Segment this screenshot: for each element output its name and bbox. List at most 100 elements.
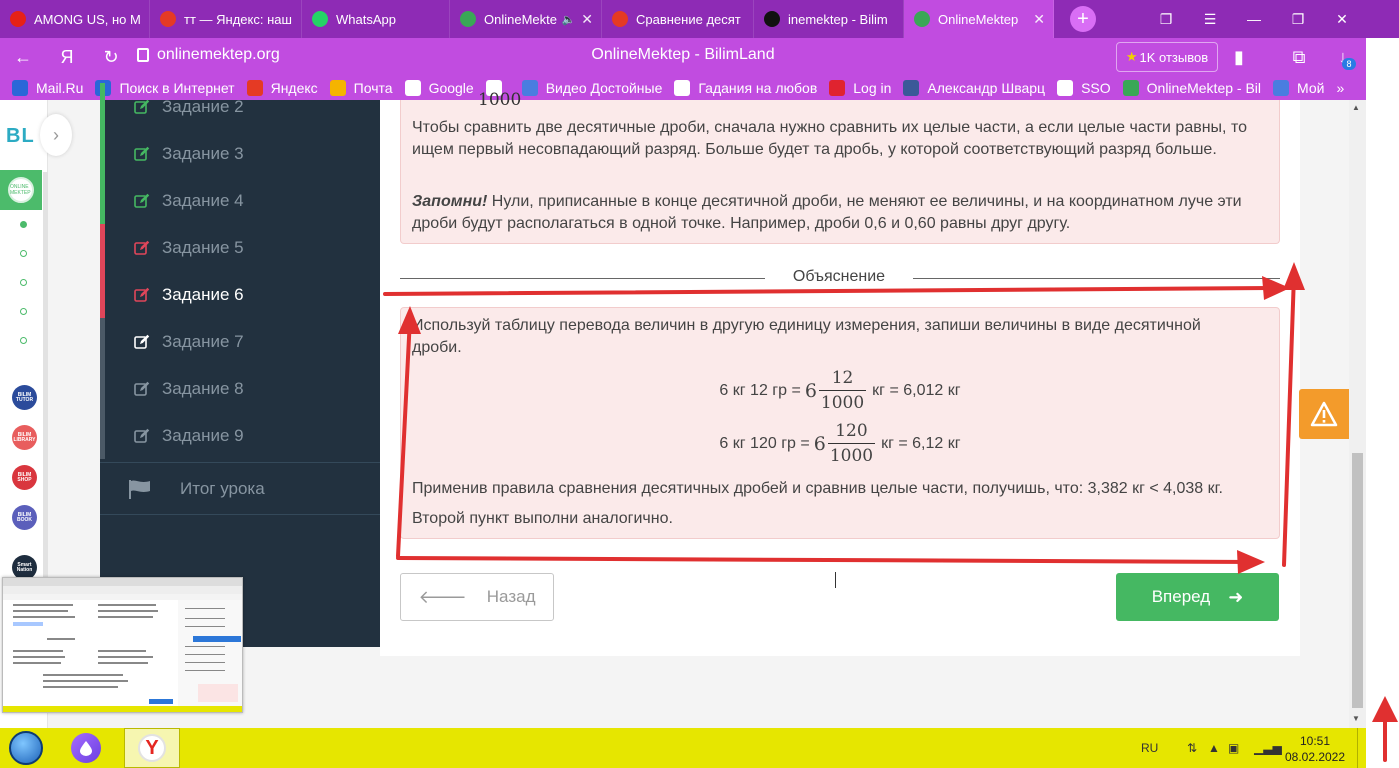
- browser-tab[interactable]: OnlineMekte 🔈 ✕: [450, 0, 602, 38]
- bookmark-item[interactable]: Мой: [1273, 80, 1324, 96]
- tab-manager-icon[interactable]: ❐: [1146, 0, 1186, 38]
- scroll-up-icon[interactable]: ▲: [1352, 103, 1360, 112]
- window-thumbnail-preview[interactable]: [2, 577, 243, 713]
- bilimland-logo[interactable]: BL: [6, 125, 35, 148]
- browser-tab[interactable]: WhatsApp: [302, 0, 450, 38]
- downloads-icon[interactable]: ↓: [1326, 38, 1360, 76]
- lesson-task-item[interactable]: Задание 8: [100, 365, 380, 412]
- language-indicator[interactable]: RU: [1141, 728, 1158, 768]
- extensions-icon[interactable]: ⧉: [1282, 38, 1316, 76]
- nav-dot[interactable]: [20, 308, 27, 315]
- lesson-task-item[interactable]: Задание 4: [100, 177, 380, 224]
- menu-icon[interactable]: ☰: [1190, 0, 1230, 38]
- url-field[interactable]: onlinemektep.org: [137, 46, 280, 64]
- close-window-icon[interactable]: ✕: [1322, 0, 1362, 38]
- lesson-task-item[interactable]: Задание 3: [100, 130, 380, 177]
- whatsapp-icon: [312, 11, 328, 27]
- lesson-task-item[interactable]: Задание 5: [100, 224, 380, 271]
- tray-network-alert-icon[interactable]: ⇅: [1187, 728, 1197, 768]
- yandex-browser-icon: Y: [138, 734, 166, 762]
- start-button[interactable]: [4, 728, 48, 768]
- next-button[interactable]: Вперед ➜: [1116, 573, 1279, 621]
- taskbar-alice-app[interactable]: [66, 728, 106, 768]
- rule-paragraph: Чтобы сравнить две десятичные дроби, сна…: [412, 119, 1247, 158]
- bookmark-item[interactable]: SSO: [1057, 80, 1111, 96]
- edit-icon: [134, 99, 150, 115]
- bookmark-item[interactable]: Видео Достойные: [521, 80, 662, 96]
- formula-2-right: кг = 6,12 кг: [881, 434, 961, 452]
- task-status-bar: [100, 318, 105, 365]
- lesson-task-item[interactable]: Задание 2: [100, 83, 380, 130]
- arrow-right-icon: ➜: [1228, 586, 1244, 607]
- clock-date: 08.02.2022: [1284, 750, 1346, 764]
- report-problem-button[interactable]: [1299, 389, 1349, 439]
- bookmark-item[interactable]: Log in: [829, 80, 891, 96]
- bilim-app-icon[interactable]: BILIM TUTOR: [12, 385, 37, 410]
- bookmark-label: Александр Шварц: [927, 80, 1046, 96]
- task-status-bar: [100, 130, 105, 177]
- lesson-task-item[interactable]: Задание 9: [100, 412, 380, 459]
- lesson-task-item[interactable]: Задание 6: [100, 271, 380, 318]
- bookmark-label: Гадания на любов: [698, 80, 818, 96]
- bilim-app-icon[interactable]: BILIM LIBRARY: [12, 425, 37, 450]
- lesson-task-label: Задание 8: [162, 378, 244, 398]
- restore-icon[interactable]: ❐: [1278, 0, 1318, 38]
- bookmark-item[interactable]: OnlineMektep - Bil: [1122, 80, 1262, 96]
- nc-icon: [829, 80, 846, 96]
- back-arrow-icon[interactable]: ←: [6, 38, 40, 76]
- taskbar-clock[interactable]: 10:51 08.02.2022: [1280, 733, 1350, 765]
- nav-dot[interactable]: [20, 250, 27, 257]
- lesson-task-item[interactable]: Задание 7: [100, 318, 380, 365]
- browser-tab[interactable]: OnlineMektep ✕: [904, 0, 1054, 38]
- lesson-summary-item[interactable]: Итог урока: [100, 462, 380, 515]
- minimize-icon[interactable]: —: [1234, 0, 1274, 38]
- lesson-task-label: Задание 7: [162, 331, 244, 351]
- signal-icon[interactable]: ▁▃▅: [1254, 728, 1282, 768]
- bookmark-item[interactable]: Google: [404, 80, 474, 96]
- tray-device-icon[interactable]: ▣: [1228, 728, 1239, 768]
- speaker-icon[interactable]: 🔈: [562, 13, 576, 26]
- lesson-sidebar: Итог урока Задание 2 Задание 3 Задание 4 За…: [100, 83, 380, 647]
- reload-icon[interactable]: ↻: [94, 38, 128, 76]
- browser-tab[interactable]: inemektep - Bilim: [754, 0, 904, 38]
- lesson-task-label: Задание 2: [162, 96, 244, 116]
- scrollbar-thumb[interactable]: [1352, 453, 1363, 708]
- tray-expand-icon[interactable]: ▲: [1208, 728, 1220, 768]
- bookmark-item[interactable]: Александр Шварц: [903, 80, 1045, 96]
- onlinemektep-app-icon[interactable]: ONLINE MEKTEP: [0, 170, 42, 210]
- clock-time: 10:51: [1299, 734, 1331, 748]
- reviews-button[interactable]: ★ 1K отзывов: [1116, 42, 1218, 72]
- browser-tab[interactable]: AMONG US, но М: [0, 0, 150, 38]
- bilim-app-icon[interactable]: BILIM SHOP: [12, 465, 37, 490]
- warning-icon: [1310, 401, 1338, 427]
- nav-dot[interactable]: [20, 279, 27, 286]
- scroll-down-icon[interactable]: ▼: [1352, 714, 1360, 723]
- egov-icon: [1057, 80, 1074, 96]
- edit-icon: [134, 287, 150, 303]
- nav-dot[interactable]: [20, 337, 27, 344]
- expand-sidebar-button[interactable]: ›: [40, 114, 72, 156]
- text-cursor: [835, 572, 836, 588]
- lesson-task-label: Задание 9: [162, 425, 244, 445]
- explanation-heading: Объяснение: [765, 268, 913, 290]
- bookmark-item[interactable]: Гадания на любов: [674, 80, 817, 96]
- bookmark-icon[interactable]: ▮: [1222, 38, 1256, 76]
- bookmark-item[interactable]: Mail.Ru: [12, 80, 83, 96]
- lock-icon: [137, 48, 149, 62]
- browser-tab[interactable]: тт — Яндекс: наш: [150, 0, 302, 38]
- task-status-bar: [100, 412, 105, 459]
- yandex-home-icon[interactable]: Я: [50, 38, 84, 76]
- onlinemektep-icon: [914, 11, 930, 27]
- back-button[interactable]: 🡐 Назад: [400, 573, 554, 621]
- close-tab-icon[interactable]: ✕: [581, 11, 593, 28]
- more-bookmarks-icon[interactable]: »: [1336, 80, 1344, 96]
- browser-tab[interactable]: Сравнение десят: [602, 0, 754, 38]
- bookmark-label: SSO: [1081, 80, 1111, 96]
- close-tab-icon[interactable]: ✕: [1033, 11, 1045, 28]
- show-desktop-button[interactable]: [1357, 728, 1366, 768]
- new-tab-button[interactable]: +: [1070, 6, 1096, 32]
- nav-dot[interactable]: [20, 221, 27, 228]
- bilim-app-icon[interactable]: BILIM BOOK: [12, 505, 37, 530]
- bookmark-label: OnlineMektep - Bil: [1146, 80, 1262, 96]
- taskbar-yandex-browser[interactable]: Y: [124, 728, 180, 768]
